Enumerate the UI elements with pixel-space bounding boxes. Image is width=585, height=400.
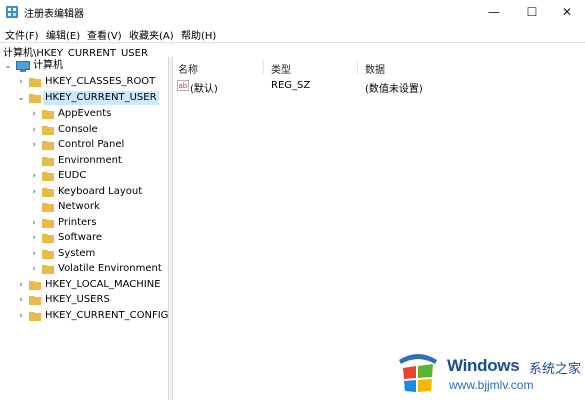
folder-icon: [29, 295, 41, 305]
menu-file[interactable]: 文件(F): [5, 27, 39, 42]
windows-logo-icon: [395, 350, 441, 394]
watermark-title: Windows: [447, 356, 520, 375]
value-data: (数值未设置): [365, 84, 423, 95]
tree-node-console[interactable]: › Console: [0, 123, 168, 137]
tree-label: HKEY_CURRENT_CONFIG: [45, 310, 168, 321]
tree-label: Software: [58, 232, 103, 243]
title-bar: 注册表编辑器 — ☐ ✕: [0, 0, 585, 24]
folder-icon: [42, 233, 54, 243]
minimize-button[interactable]: —: [476, 0, 512, 24]
chevron-right-icon[interactable]: ›: [29, 262, 39, 276]
tree-label: Network: [58, 201, 100, 212]
folder-icon: [42, 202, 54, 212]
key-tree[interactable]: ⌄ 计算机 › HKEY_CLASSES_ROOT ⌄ HKEY_CURRENT…: [0, 57, 168, 400]
value-name: (默认): [190, 84, 218, 95]
folder-open-icon: [29, 93, 41, 103]
tree-node-control-panel[interactable]: › Control Panel: [0, 138, 168, 152]
menu-edit[interactable]: 编辑(E): [46, 27, 80, 42]
tree-label: HKEY_LOCAL_MACHINE: [45, 279, 161, 290]
chevron-right-icon[interactable]: ›: [29, 123, 39, 137]
chevron-right-icon[interactable]: ›: [29, 231, 39, 245]
tree-label: Volatile Environment: [58, 263, 162, 274]
folder-icon: [42, 187, 54, 197]
folder-icon: [42, 156, 54, 166]
tree-label: Control Panel: [58, 139, 125, 150]
chevron-down-icon[interactable]: ⌄: [3, 59, 13, 73]
column-divider[interactable]: [263, 60, 264, 74]
close-button[interactable]: ✕: [549, 0, 585, 24]
tree-label: Printers: [58, 217, 97, 228]
tree-node-software[interactable]: › Software: [0, 231, 168, 245]
folder-icon: [29, 311, 41, 321]
tree-node-printers[interactable]: › Printers: [0, 216, 168, 230]
chevron-right-icon[interactable]: ›: [16, 278, 26, 292]
tree-node-hkey-local-machine[interactable]: › HKEY_LOCAL_MACHINE: [0, 278, 168, 292]
chevron-right-icon[interactable]: ›: [29, 138, 39, 152]
watermark-url: www.bjjmlv.com: [449, 378, 534, 392]
maximize-button[interactable]: ☐: [514, 0, 550, 24]
window-title: 注册表编辑器: [24, 9, 84, 20]
folder-icon: [29, 77, 41, 87]
tree-node-volatile-environment[interactable]: › Volatile Environment: [0, 262, 168, 276]
folder-icon: [42, 125, 54, 135]
watermark-subtitle: 系统之家: [529, 362, 582, 377]
chevron-right-icon[interactable]: ›: [16, 75, 26, 89]
folder-icon: [42, 171, 54, 181]
column-header-data[interactable]: 数据: [365, 61, 385, 76]
tree-node-appevents[interactable]: › AppEvents: [0, 107, 168, 121]
tree-label: 计算机: [33, 60, 63, 71]
table-row[interactable]: ab (默认) REG_SZ (数值未设置): [173, 79, 585, 95]
svg-text:ab: ab: [179, 82, 188, 90]
chevron-right-icon[interactable]: ›: [29, 169, 39, 183]
tree-node-eudc[interactable]: › EUDC: [0, 169, 168, 183]
column-header-name[interactable]: 名称: [178, 61, 198, 76]
folder-icon: [42, 249, 54, 259]
computer-icon: [16, 61, 30, 72]
tree-node-hkey-classes-root[interactable]: › HKEY_CLASSES_ROOT: [0, 75, 168, 89]
chevron-right-icon[interactable]: ›: [29, 216, 39, 230]
chevron-right-icon[interactable]: ›: [29, 185, 39, 199]
tree-label: Keyboard Layout: [58, 186, 143, 197]
tree-label: System: [58, 248, 96, 259]
chevron-right-icon[interactable]: ›: [29, 107, 39, 121]
tree-label: HKEY_USERS: [45, 294, 110, 305]
folder-icon: [42, 109, 54, 119]
site-watermark: Windows 系统之家 www.bjjmlv.com: [395, 348, 585, 400]
tree-node-hkey-current-user[interactable]: ⌄ HKEY_CURRENT_USER: [0, 91, 168, 105]
menu-view[interactable]: 查看(V): [87, 27, 122, 42]
folder-icon: [29, 280, 41, 290]
menu-bar: 文件(F) 编辑(E) 查看(V) 收藏夹(A) 帮助(H): [0, 24, 585, 42]
tree-label: EUDC: [58, 170, 87, 181]
chevron-right-icon[interactable]: ›: [16, 309, 26, 323]
tree-node-hkey-users[interactable]: › HKEY_USERS: [0, 293, 168, 307]
tree-node-environment[interactable]: Environment: [0, 154, 168, 168]
tree-node-system[interactable]: › System: [0, 247, 168, 261]
chevron-down-icon[interactable]: ⌄: [16, 91, 26, 105]
address-bar[interactable]: 计算机\HKEY_CURRENT_USER: [0, 42, 585, 59]
chevron-right-icon[interactable]: ›: [29, 247, 39, 261]
string-value-icon: ab: [177, 80, 189, 91]
column-header-type[interactable]: 类型: [271, 61, 291, 76]
chevron-right-icon[interactable]: ›: [16, 293, 26, 307]
tree-node-keyboard-layout[interactable]: › Keyboard Layout: [0, 185, 168, 199]
tree-label: Environment: [58, 155, 122, 166]
menu-favorites[interactable]: 收藏夹(A): [129, 27, 174, 42]
tree-label: Console: [58, 124, 98, 135]
tree-node-network[interactable]: Network: [0, 200, 168, 214]
column-divider[interactable]: [357, 60, 358, 74]
tree-node-computer[interactable]: ⌄ 计算机: [0, 59, 168, 73]
tree-label: HKEY_CLASSES_ROOT: [45, 76, 156, 87]
folder-icon: [42, 140, 54, 150]
tree-label: AppEvents: [58, 108, 112, 119]
tree-label-selected: HKEY_CURRENT_USER: [43, 91, 159, 105]
value-type: REG_SZ: [271, 80, 311, 91]
folder-icon: [42, 264, 54, 274]
regedit-app-icon: [6, 6, 18, 18]
folder-icon: [42, 218, 54, 228]
menu-help[interactable]: 帮助(H): [181, 27, 216, 42]
registry-editor-window: 注册表编辑器 — ☐ ✕ 文件(F) 编辑(E) 查看(V) 收藏夹(A) 帮助…: [0, 0, 585, 400]
tree-node-hkey-current-config[interactable]: › HKEY_CURRENT_CONFIG: [0, 309, 168, 323]
